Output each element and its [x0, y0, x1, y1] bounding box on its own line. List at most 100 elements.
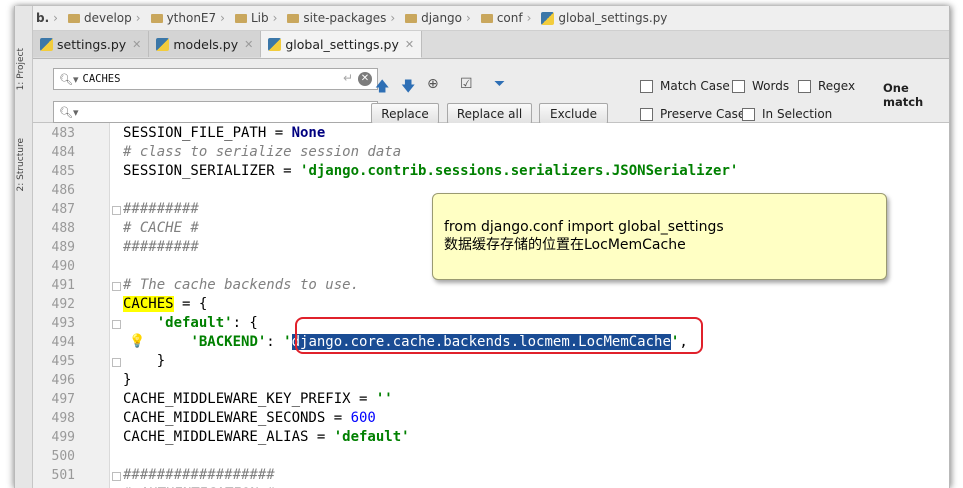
code-token: : { [232, 315, 258, 331]
code-line[interactable]: CACHE_MIDDLEWARE_SECONDS = 600 [123, 410, 376, 426]
python-file-icon [40, 37, 53, 51]
code-token: 'BACKEND' [190, 334, 267, 350]
code-token: CACHE_MIDDLEWARE_KEY_PREFIX = [123, 391, 376, 407]
line-number: 486 [51, 183, 75, 198]
code-line[interactable]: CACHES = { [123, 296, 207, 312]
folder-icon [67, 13, 80, 23]
code-line[interactable]: ######### [123, 239, 199, 255]
code-editor[interactable]: 483 SESSION_FILE_PATH = None 484 # class to… [33, 123, 949, 488]
project-tool-tab[interactable]: 1: Project [16, 48, 31, 90]
code-line[interactable]: # The cache backends to use. [123, 277, 359, 293]
line-number: 501 [51, 468, 75, 483]
tab-global-settings-py[interactable]: global_settings.py ✕ [261, 31, 423, 58]
filter-icon[interactable]: ⏷ [494, 76, 505, 92]
code-line[interactable]: # CACHE # [123, 220, 199, 236]
breadcrumb-item[interactable]: b. › [33, 11, 65, 25]
python-file-icon [156, 37, 170, 51]
line-number: 491 [51, 278, 75, 293]
replace-button[interactable]: Replace [371, 103, 439, 124]
search-icon[interactable]: 🔍︎▾ [59, 106, 79, 119]
tab-settings-py[interactable]: settings.py ✕ [33, 31, 150, 57]
folder-icon [234, 13, 247, 23]
fold-marker-icon[interactable] [112, 282, 121, 291]
line-number: 495 [51, 354, 75, 369]
exclude-button[interactable]: Exclude [539, 103, 608, 124]
line-number: 489 [51, 240, 75, 255]
code-token: : [266, 334, 284, 350]
breadcrumb-item[interactable]: django › [402, 11, 478, 25]
line-number: 483 [51, 126, 75, 141]
code-line[interactable]: ################## [123, 467, 275, 483]
replace-all-button[interactable]: Replace all [447, 103, 532, 124]
code-token: SESSION_FILE_PATH = [123, 125, 292, 141]
fold-marker-icon[interactable] [112, 472, 121, 481]
breadcrumb-item[interactable]: conf › [478, 11, 539, 25]
in-selection-checkbox[interactable]: In Selection [742, 107, 832, 121]
breadcrumb-item[interactable]: global_settings.py [538, 11, 670, 25]
code-line[interactable]: 'default': { [123, 315, 258, 331]
regex-checkbox[interactable]: Regex [798, 79, 855, 93]
folder-icon [480, 13, 493, 23]
code-token: SESSION_SERIALIZER = [123, 163, 301, 179]
clear-icon[interactable]: ✕ [358, 72, 372, 86]
code-token: ######### [123, 201, 199, 217]
code-token: } [123, 353, 166, 369]
close-icon[interactable]: ✕ [405, 38, 414, 51]
find-all-icon[interactable]: ⊕ [427, 76, 439, 92]
folder-icon [405, 13, 418, 23]
code-token: # class to serialize session data [123, 144, 402, 160]
match-case-checkbox[interactable]: Match Case [640, 79, 730, 93]
python-file-icon [541, 11, 555, 25]
code-line[interactable]: CACHE_MIDDLEWARE_KEY_PREFIX = '' [123, 391, 393, 407]
line-number: 488 [51, 221, 75, 236]
code-token: None [291, 125, 326, 141]
words-checkbox[interactable]: Words [732, 79, 789, 93]
code-token: } [123, 372, 132, 388]
close-icon[interactable]: ✕ [132, 38, 141, 51]
highlight-annotation [295, 317, 703, 354]
code-line[interactable]: SESSION_FILE_PATH = None [123, 125, 325, 141]
editor-tabs: settings.py ✕ models.py ✕ global_settings.… [33, 31, 949, 59]
code-line[interactable]: SESSION_SERIALIZER = 'django.contrib.ses… [123, 163, 738, 179]
next-occurrence-icon[interactable]: 🡇 [401, 76, 415, 100]
fold-marker-icon[interactable] [112, 206, 121, 215]
newline-icon[interactable]: ↵ [343, 71, 353, 85]
line-number: 496 [51, 373, 75, 388]
replace-input[interactable]: 🔍︎▾ [53, 101, 378, 123]
close-icon[interactable]: ✕ [244, 38, 253, 51]
line-number: 499 [51, 430, 75, 445]
code-token: 600 [350, 410, 376, 426]
breadcrumb: b. › develop › ythonE7 › Lib › site-packages… [33, 6, 949, 31]
folder-icon [287, 13, 300, 23]
line-number: 493 [51, 316, 75, 331]
breadcrumb-item[interactable]: site-packages › [284, 11, 402, 25]
code-line[interactable]: ######### [123, 201, 199, 217]
fold-marker-icon[interactable] [112, 358, 121, 367]
code-line[interactable]: } [123, 353, 165, 369]
code-token: = { [173, 296, 208, 312]
code-token: '' [375, 391, 393, 407]
breadcrumb-item[interactable]: Lib › [232, 11, 284, 25]
code-token: CACHE_MIDDLEWARE_ALIAS = [123, 429, 334, 445]
structure-tool-tab[interactable]: 2: Structure [16, 138, 31, 192]
code-token: ' [283, 334, 292, 350]
fold-marker-icon[interactable] [112, 320, 121, 329]
tool-window-strip: 1: Project 2: Structure [15, 6, 33, 488]
annotation-callout: from django.conf import global_settings … [432, 193, 887, 280]
breadcrumb-item[interactable]: develop › [65, 11, 148, 25]
tab-models-py[interactable]: models.py ✕ [149, 31, 262, 57]
code-line[interactable]: } [123, 372, 131, 388]
code-token: 'default' [156, 315, 233, 331]
code-line[interactable]: # class to serialize session data [123, 144, 401, 160]
match-count: One match [883, 81, 924, 109]
search-match: CACHES [123, 296, 174, 312]
search-input[interactable]: 🔍︎▾ CACHES ↵ ✕ [53, 68, 378, 90]
preserve-case-checkbox[interactable]: Preserve Case [640, 107, 745, 121]
code-token: ######### [123, 239, 199, 255]
previous-occurrence-icon[interactable]: 🡅 [375, 76, 389, 100]
select-all-occurrences-icon[interactable]: ☑ [460, 76, 473, 92]
code-line[interactable]: CACHE_MIDDLEWARE_ALIAS = 'default' [123, 429, 410, 445]
search-icon[interactable]: 🔍︎▾ [59, 73, 79, 86]
breadcrumb-item[interactable]: ythonE7 › [148, 11, 232, 25]
